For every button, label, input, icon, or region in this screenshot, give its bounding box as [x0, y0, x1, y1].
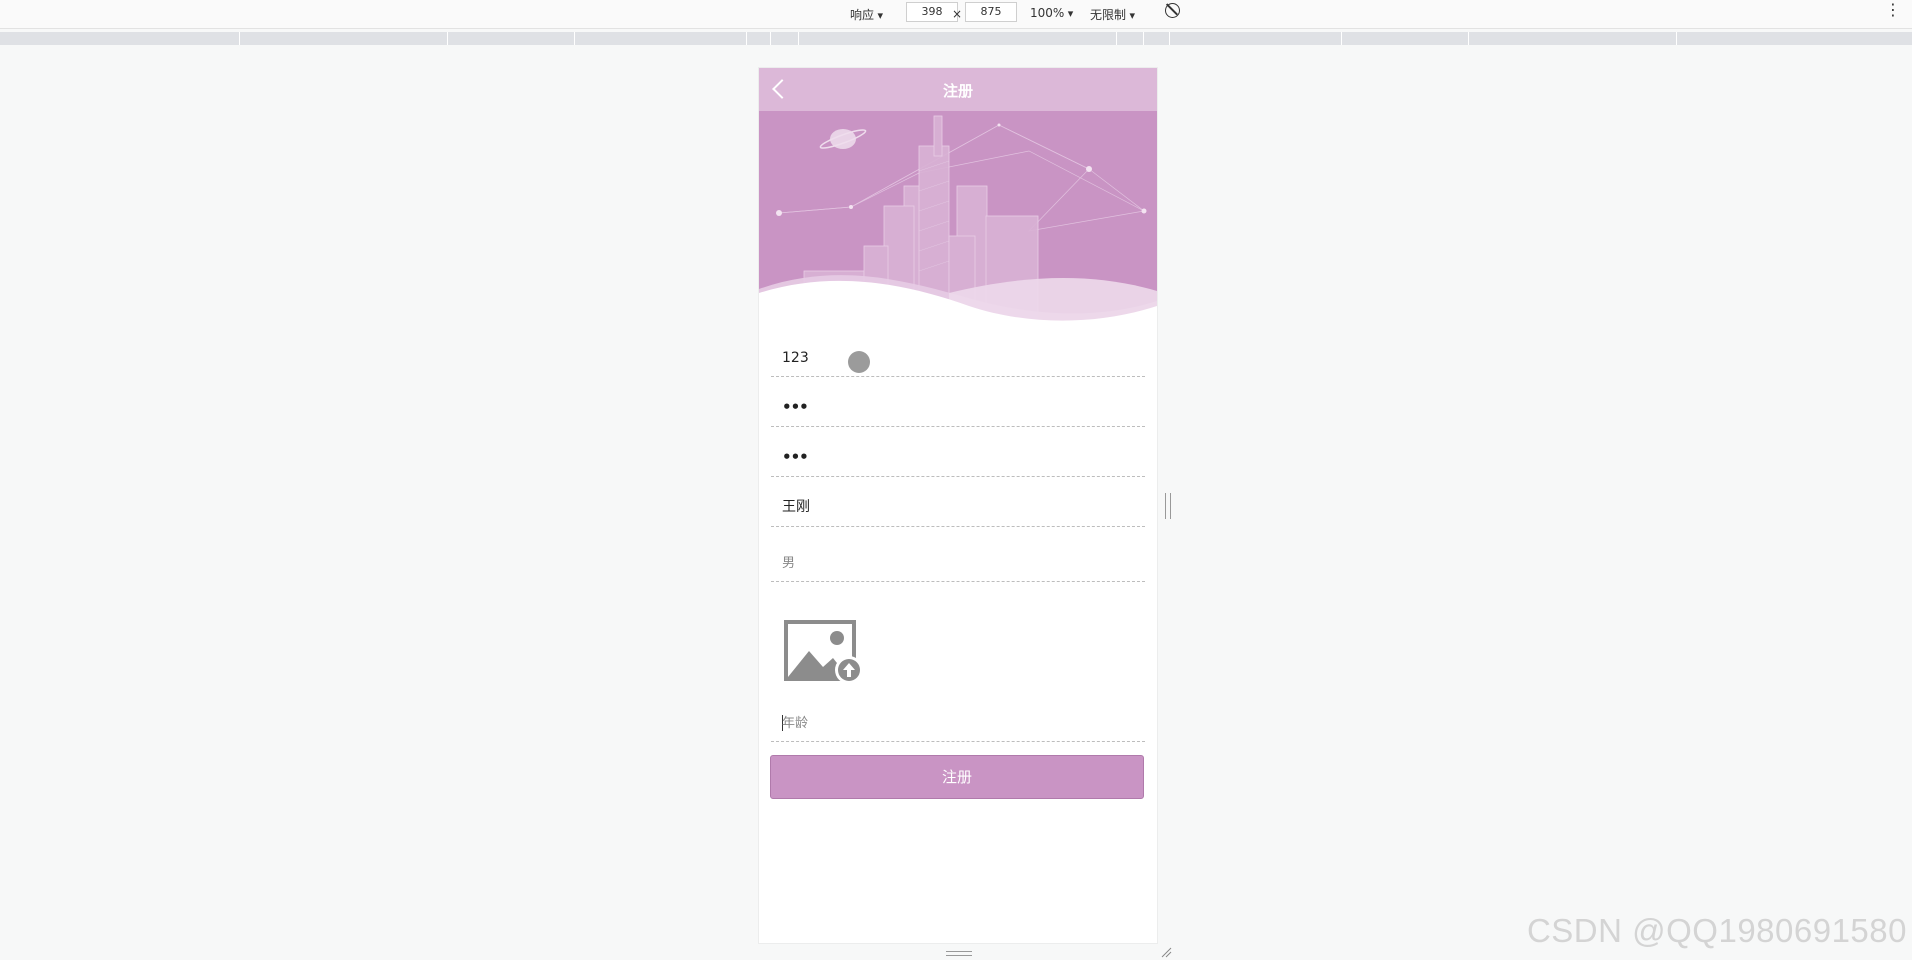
confirm-password-field[interactable]: ••• [771, 426, 1145, 477]
device-mode-select[interactable]: 响应 [850, 6, 883, 23]
devtools-toolbar: 响应 398 × 875 100% 无限制 ⋮ [0, 0, 1912, 29]
username-field[interactable]: 123 [771, 326, 1145, 377]
page-title: 注册 [942, 82, 973, 100]
city-banner-image [759, 111, 1157, 326]
resize-handle-corner[interactable] [1160, 946, 1172, 958]
age-placeholder: 年龄 [782, 716, 809, 731]
media-query-ruler[interactable] [0, 32, 1912, 45]
throttle-select[interactable]: 无限制 [1090, 6, 1135, 23]
device-viewport: 注册 123 ••• ••• 王刚 男 年龄 注册 [759, 68, 1157, 943]
resize-handle-bottom[interactable] [946, 951, 972, 956]
zoom-select[interactable]: 100% [1030, 6, 1073, 20]
password-value: ••• [782, 398, 809, 416]
register-button[interactable]: 注册 [770, 755, 1144, 799]
resize-handle-right[interactable] [1165, 493, 1171, 519]
rotate-icon[interactable] [1165, 3, 1180, 18]
name-value: 王刚 [782, 499, 810, 515]
name-field[interactable]: 王刚 [771, 476, 1145, 527]
gender-field[interactable]: 男 [771, 526, 1145, 582]
gender-value: 男 [782, 556, 796, 571]
image-upload-icon[interactable] [783, 618, 865, 688]
width-input[interactable]: 398 [906, 2, 958, 22]
csdn-watermark: CSDN @QQ1980691580 [1526, 912, 1907, 949]
touch-cursor [848, 351, 870, 373]
confirm-password-value: ••• [782, 448, 809, 466]
times-sign: × [952, 7, 963, 21]
height-input[interactable]: 875 [965, 2, 1017, 22]
nav-bar: 注册 [759, 68, 1157, 111]
password-field[interactable]: ••• [771, 376, 1145, 427]
more-options-icon[interactable]: ⋮ [1885, 0, 1902, 19]
age-field[interactable]: 年龄 [771, 694, 1145, 742]
username-value: 123 [782, 350, 809, 366]
